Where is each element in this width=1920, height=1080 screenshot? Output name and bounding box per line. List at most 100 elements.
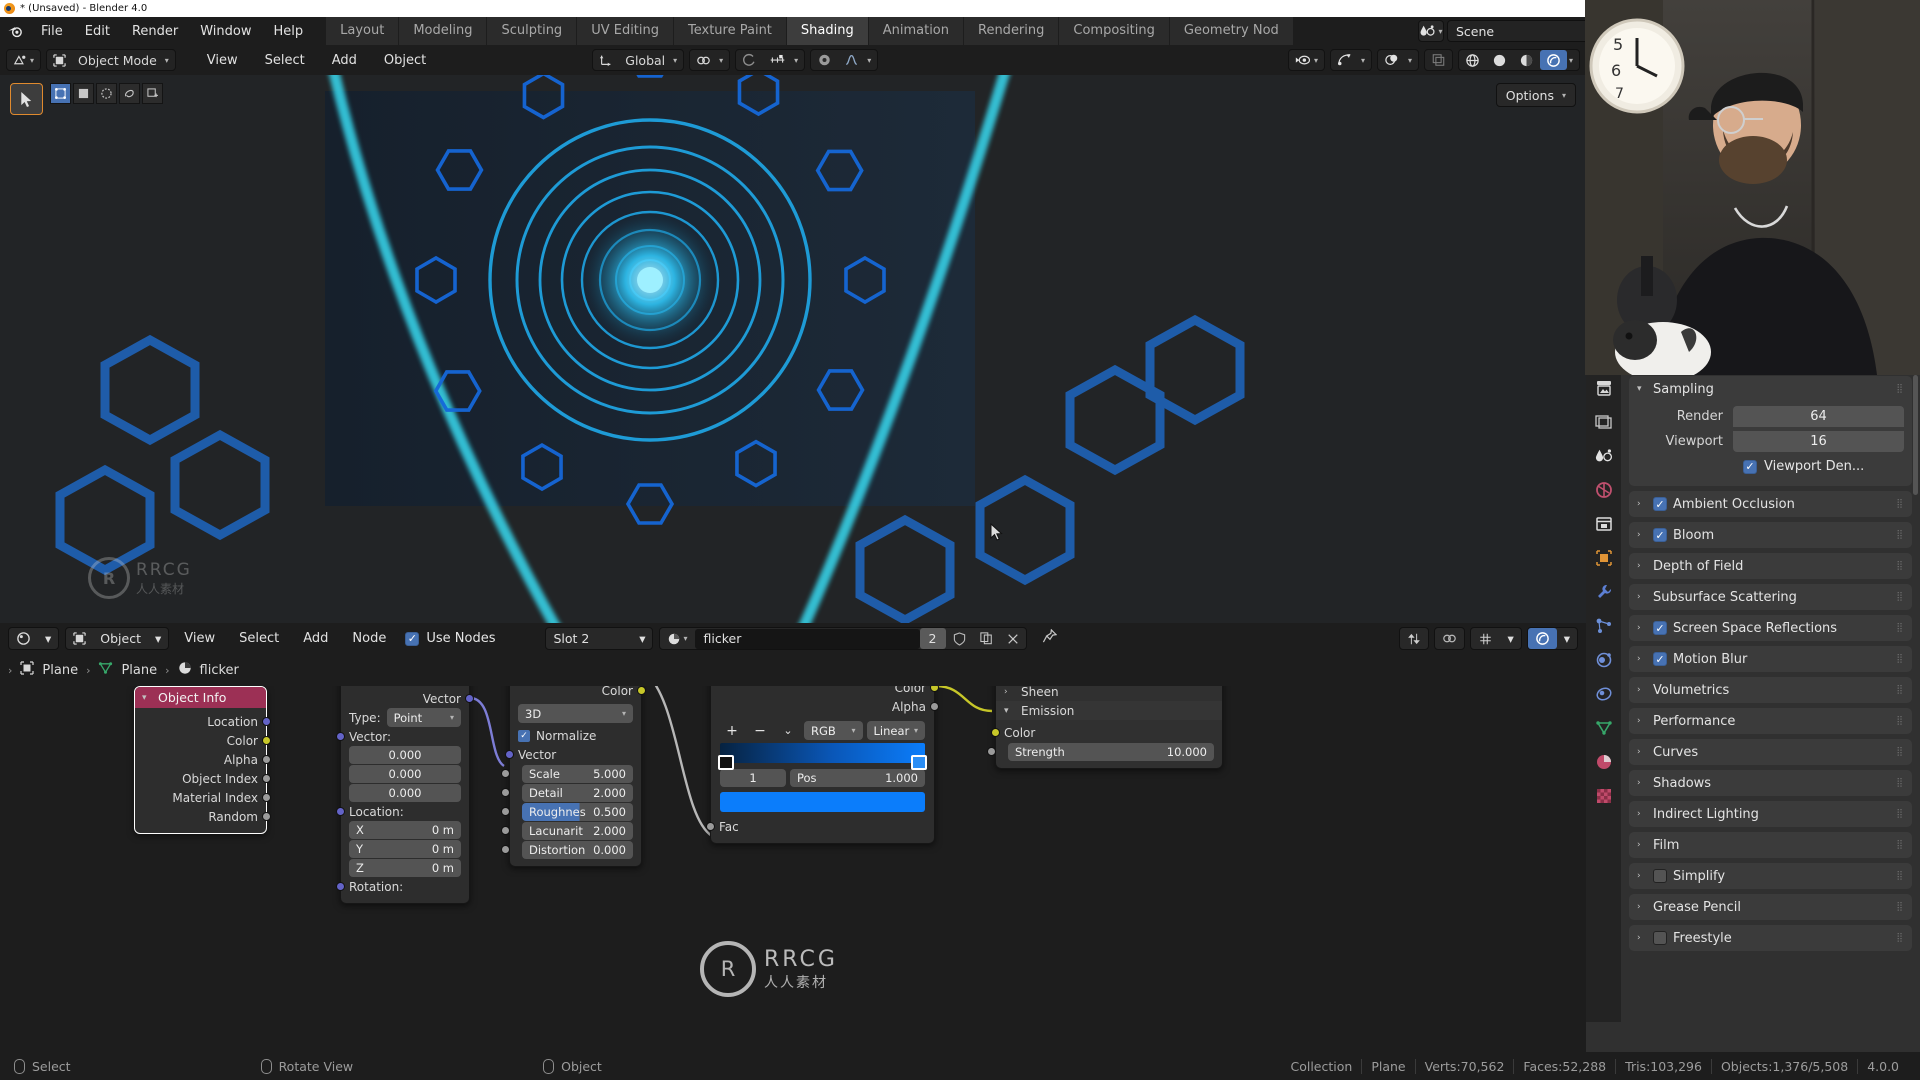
noise-roughness-field[interactable]: Roughnes 0.500 — [522, 802, 633, 821]
socket-noise-color-out[interactable] — [637, 686, 646, 695]
select-mode-circle[interactable] — [96, 83, 117, 104]
tab-texture-properties[interactable] — [1592, 784, 1616, 808]
mapping-vector-label-row[interactable]: Vector: — [336, 727, 469, 746]
node-color-ramp[interactable]: ▾ Color Ramp Color Alpha + − ⌄ — [706, 686, 939, 844]
socket-noise-scale-in[interactable] — [501, 769, 510, 778]
drag-handle-icon[interactable]: ⣿ — [1896, 531, 1904, 540]
chevron-down-icon[interactable]: ▾ — [865, 50, 877, 70]
drag-handle-icon[interactable]: ⣿ — [1896, 624, 1904, 633]
select-mode-box[interactable] — [73, 83, 94, 104]
noise-distortion-row[interactable]: Distortion 0.000 — [501, 840, 641, 859]
simplify-checkbox[interactable] — [1653, 869, 1667, 883]
mapping-type-row[interactable]: Type: Point ▾ — [341, 708, 469, 727]
workspace-tab-compositing[interactable]: Compositing — [1059, 17, 1169, 45]
magnet-icon[interactable] — [1435, 628, 1464, 649]
ramp-gradient-bar[interactable] — [720, 743, 925, 763]
material-preview-shading-icon[interactable] — [1513, 50, 1540, 70]
shading-mode-group[interactable]: ▾ — [1457, 49, 1580, 71]
grid-snap-icon[interactable] — [1471, 628, 1500, 649]
workspace-tab-rendering[interactable]: Rendering — [964, 17, 1059, 45]
shader-editor-type-selector[interactable]: ▾ — [8, 627, 60, 650]
drag-handle-icon[interactable]: ⣿ — [1896, 593, 1904, 602]
socket-row-ramp-alpha[interactable]: Alpha — [711, 697, 939, 716]
shader-type-label[interactable]: Object — [93, 628, 148, 649]
proportional-edit-group[interactable]: ▾ — [735, 49, 806, 71]
ramp-gradient-widget[interactable] — [711, 743, 934, 770]
workspace-tab-geometry-nodes[interactable]: Geometry Nod — [1169, 17, 1293, 45]
select-mode-extend[interactable] — [142, 83, 163, 104]
blender-logo-icon[interactable] — [0, 23, 30, 40]
scene-name-field[interactable]: Scene — [1447, 20, 1597, 42]
chevron-right-icon[interactable]: › — [1637, 685, 1647, 695]
chevron-down-icon[interactable]: ▾ — [148, 628, 168, 649]
motion-blur-checkbox[interactable] — [1653, 652, 1667, 666]
socket-row-vector-out[interactable]: Vector — [341, 689, 474, 708]
panel-subsurface-scattering[interactable]: › Subsurface Scattering ⣿ — [1629, 584, 1912, 610]
eye-icon[interactable]: ▾ — [1289, 50, 1324, 70]
noise-roughness-row[interactable]: Roughnes 0.500 — [501, 802, 641, 821]
noise-dimension-dropdown[interactable]: 3D ▾ — [518, 704, 633, 723]
socket-random-out[interactable] — [262, 812, 271, 821]
socket-ramp-color-out[interactable] — [930, 686, 939, 692]
menu-help[interactable]: Help — [263, 21, 315, 42]
freestyle-checkbox[interactable] — [1653, 931, 1667, 945]
workspace-tab-uv-editing[interactable]: UV Editing — [577, 17, 674, 45]
tab-physics-properties[interactable] — [1592, 648, 1616, 672]
panel-grease-pencil[interactable]: › Grease Pencil ⣿ — [1629, 894, 1912, 920]
menu-edit[interactable]: Edit — [74, 21, 121, 42]
panel-simplify[interactable]: › Simplify ⣿ — [1629, 863, 1912, 889]
socket-noise-detail-in[interactable] — [501, 788, 510, 797]
drag-handle-icon[interactable]: ⣿ — [1896, 748, 1904, 757]
panel-performance[interactable]: › Performance ⣿ — [1629, 708, 1912, 734]
drag-handle-icon[interactable]: ⣿ — [1896, 872, 1904, 881]
socket-vector-out[interactable] — [465, 694, 474, 703]
ramp-remove-stop-button[interactable]: − — [748, 723, 772, 739]
shader-editor[interactable]: ▾ Object ▾ View Select Add Node Use Node… — [0, 623, 1586, 1052]
tab-modifier-properties[interactable] — [1592, 580, 1616, 604]
tab-scene-properties[interactable] — [1592, 478, 1616, 502]
chevron-right-icon[interactable]: › — [1637, 561, 1647, 571]
menu-window[interactable]: Window — [189, 21, 262, 42]
shader-editor-icon[interactable] — [9, 628, 38, 649]
screen-space-reflections-checkbox[interactable] — [1653, 621, 1667, 635]
noise-lacunarity-field[interactable]: Lacunarit 2.000 — [522, 821, 633, 840]
overlays-group[interactable]: ▾ — [1376, 49, 1419, 71]
menu-render[interactable]: Render — [121, 21, 189, 42]
socket-noise-roughness-in[interactable] — [501, 807, 510, 816]
drag-handle-icon[interactable]: ⣿ — [1896, 717, 1904, 726]
chevron-down-icon[interactable]: ▾ — [792, 50, 804, 70]
magnet-icon[interactable] — [690, 50, 717, 70]
menu-file[interactable]: File — [30, 21, 74, 42]
socket-location-out[interactable] — [262, 717, 271, 726]
material-name-field[interactable]: flicker — [694, 628, 920, 649]
breadcrumb-object-label[interactable]: Plane — [42, 663, 78, 678]
interaction-mode-selector[interactable]: Object Mode ▾ — [46, 49, 176, 71]
workspace-tab-texture-paint[interactable]: Texture Paint — [674, 17, 786, 45]
principled-strength-field[interactable]: Strength 10.000 — [1008, 742, 1214, 761]
workspace-tab-sculpting[interactable]: Sculpting — [487, 17, 577, 45]
drag-handle-icon[interactable]: ⣿ — [1896, 385, 1904, 394]
panel-film[interactable]: › Film ⣿ — [1629, 832, 1912, 858]
workspace-tab-modeling[interactable]: Modeling — [399, 17, 487, 45]
properties-panel-list[interactable]: ▾ Sampling ⣿ Render 64 Viewport 16 ✓ Vie… — [1621, 370, 1920, 1024]
workspace-tab-shading[interactable]: Shading — [786, 17, 868, 45]
select-mode-lasso[interactable] — [119, 83, 140, 104]
chevron-right-icon[interactable]: › — [1637, 871, 1647, 881]
panel-sampling[interactable]: ▾ Sampling ⣿ Render 64 Viewport 16 ✓ Vie… — [1629, 376, 1912, 486]
material-users-count[interactable]: 2 — [919, 628, 946, 649]
3d-viewport[interactable]: R RRCG 人人素材 ▾ Object Mode ▾ View Select … — [0, 45, 1586, 623]
tab-particle-properties[interactable] — [1592, 614, 1616, 638]
drag-handle-icon[interactable]: ⣿ — [1896, 903, 1904, 912]
noise-distortion-field[interactable]: Distortion 0.000 — [522, 840, 633, 859]
node-snap-icon[interactable] — [1400, 628, 1428, 649]
viewport-menu-object[interactable]: Object — [373, 50, 437, 71]
mapping-location-label-row[interactable]: Location: — [336, 802, 469, 821]
panel-sampling-header[interactable]: ▾ Sampling ⣿ — [1629, 376, 1912, 402]
socket-row-ramp-color[interactable]: Color — [711, 686, 939, 697]
panel-depth-of-field[interactable]: › Depth of Field ⣿ — [1629, 553, 1912, 579]
socket-noise-vector-in[interactable] — [505, 750, 514, 759]
chevron-down-icon[interactable]: ▾ — [632, 628, 652, 649]
socket-noise-distortion-in[interactable] — [501, 845, 510, 854]
tab-object-data-properties[interactable] — [1592, 716, 1616, 740]
viewport-menu-select[interactable]: Select — [254, 50, 316, 71]
